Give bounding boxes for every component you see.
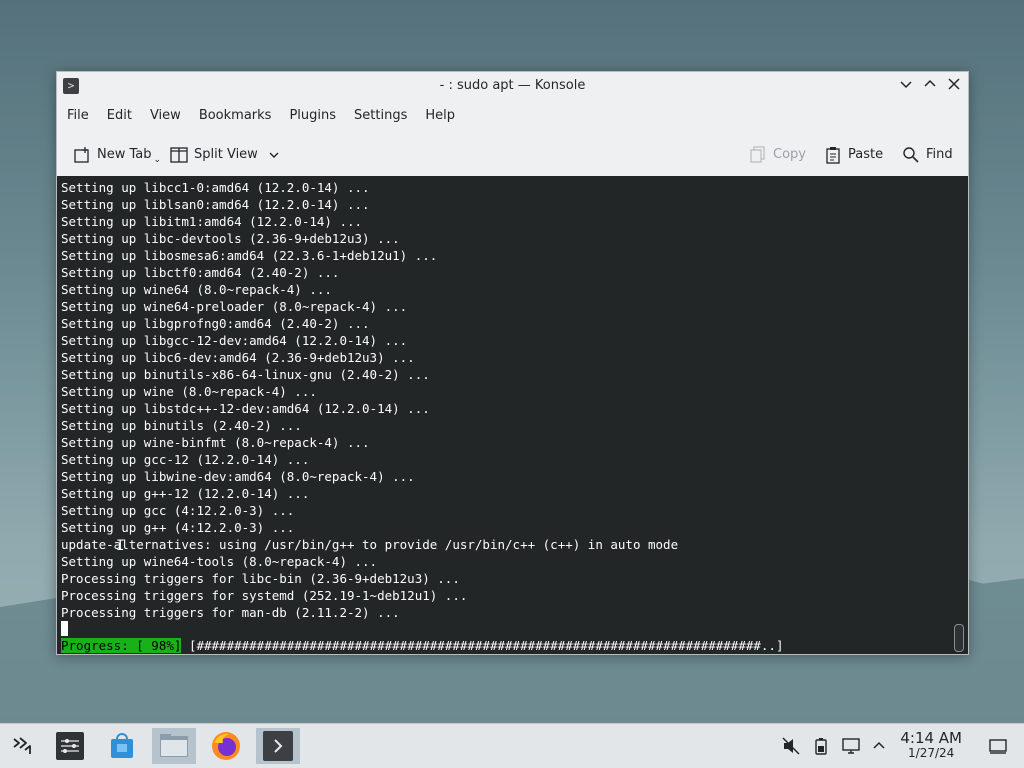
new-tab-button[interactable]: New Tab ⌄ — [73, 145, 161, 165]
discover-icon[interactable] — [100, 728, 144, 764]
terminal-line: Setting up wine64-tools (8.0~repack-4) .… — [61, 554, 378, 569]
terminal-line: Setting up libc6-dev:amd64 (2.36-9+deb12… — [61, 350, 415, 365]
window-title: - : sudo apt — Konsole — [439, 78, 586, 93]
menu-file[interactable]: File — [67, 108, 89, 123]
menu-bar: File Edit View Bookmarks Plugins Setting… — [57, 99, 968, 132]
system-settings-icon[interactable] — [48, 728, 92, 764]
firefox-icon[interactable] — [204, 728, 248, 764]
minimize-icon[interactable] — [896, 76, 916, 96]
copy-label: Copy — [773, 147, 806, 162]
maximize-icon[interactable] — [920, 76, 940, 96]
terminal-line: Setting up libcc1-0:amd64 (12.2.0-14) ..… — [61, 180, 370, 195]
terminal-line: Setting up gcc-12 (12.2.0-14) ... — [61, 452, 310, 467]
split-view-button[interactable]: Split View — [170, 146, 286, 164]
paste-button[interactable]: Paste — [824, 146, 883, 164]
terminal-line: Setting up libgcc-12-dev:amd64 (12.2.0-1… — [61, 333, 408, 348]
terminal-line: Setting up libitm1:amd64 (12.2.0-14) ... — [61, 214, 363, 229]
terminal-line: Processing triggers for systemd (252.19-… — [61, 588, 468, 603]
chevron-down-icon: ⌄ — [153, 154, 162, 165]
clock-time: 4:14 AM — [900, 729, 962, 747]
mouse-ibeam-cursor: I — [116, 538, 125, 554]
find-label: Find — [926, 147, 953, 162]
chevron-down-icon[interactable] — [268, 149, 280, 161]
terminal-line: Setting up libc-devtools (2.36-9+deb12u3… — [61, 231, 400, 246]
tray-expand-icon[interactable] — [867, 734, 891, 758]
new-tab-icon — [74, 146, 89, 163]
battery-icon[interactable] — [809, 734, 833, 758]
terminal-line: Setting up wine (8.0~repack-4) ... — [61, 384, 317, 399]
menu-plugins[interactable]: Plugins — [289, 108, 336, 123]
terminal-line: Setting up libwine-dev:amd64 (8.0~repack… — [61, 469, 415, 484]
split-view-icon — [170, 146, 188, 163]
split-view-label: Split View — [194, 147, 258, 162]
terminal-line: update-alternatives: using /usr/bin/g++ … — [61, 537, 679, 552]
clock-date: 1/27/24 — [908, 746, 955, 760]
copy-icon — [750, 145, 765, 163]
terminal-line: Setting up libosmesa6:amd64 (22.3.6-1+de… — [61, 248, 438, 263]
dolphin-files-icon[interactable] — [152, 728, 196, 764]
terminal-line: Setting up wine-binfmt (8.0~repack-4) ..… — [61, 435, 370, 450]
konsole-icon[interactable] — [256, 728, 300, 764]
new-tab-label: New Tab — [97, 147, 152, 162]
menu-view[interactable]: View — [150, 108, 181, 123]
progress-bar-text: [#######################################… — [181, 638, 784, 653]
terminal-line: Setting up g++-12 (12.2.0-14) ... — [61, 486, 310, 501]
search-icon — [903, 146, 919, 163]
find-button[interactable]: Find — [902, 146, 953, 164]
terminal-line: Setting up libgprofng0:amd64 (2.40-2) ..… — [61, 316, 370, 331]
terminal-line: Processing triggers for libc-bin (2.36-9… — [61, 571, 460, 586]
title-bar[interactable]: > - : sudo apt — Konsole — [57, 72, 968, 99]
terminal-line: Processing triggers for man-db (2.11.2-2… — [61, 605, 400, 620]
menu-settings[interactable]: Settings — [354, 108, 407, 123]
taskbar: 4:14 AM 1/27/24 — [0, 723, 1024, 768]
terminal-output: Setting up libcc1-0:amd64 (12.2.0-14) ..… — [61, 179, 678, 621]
terminal-line: Setting up gcc (4:12.2.0-3) ... — [61, 503, 295, 518]
network-icon[interactable] — [839, 734, 863, 758]
text-cursor — [61, 621, 68, 636]
clock[interactable]: 4:14 AM 1/27/24 — [900, 730, 962, 760]
terminal-line: Setting up binutils-x86-64-linux-gnu (2.… — [61, 367, 430, 382]
terminal-line: Setting up libctf0:amd64 (2.40-2) ... — [61, 265, 340, 280]
terminal-view[interactable]: Setting up libcc1-0:amd64 (12.2.0-14) ..… — [57, 176, 968, 654]
paste-label: Paste — [848, 147, 884, 162]
close-icon[interactable] — [944, 76, 964, 96]
progress-label: Progress: [ 98%] — [61, 638, 182, 653]
terminal-line: Setting up wine64 (8.0~repack-4) ... — [61, 282, 332, 297]
menu-bookmarks[interactable]: Bookmarks — [199, 108, 272, 123]
toolbar: New Tab ⌄ Split View Copy Paste Find — [57, 132, 968, 178]
konsole-window: > - : sudo apt — Konsole File Edit View … — [56, 71, 969, 655]
show-desktop-icon[interactable] — [986, 734, 1010, 758]
volume-muted-icon[interactable] — [779, 734, 803, 758]
apt-progress: Progress: [ 98%] [######################… — [61, 637, 783, 654]
terminal-line: Setting up wine64-preloader (8.0~repack-… — [61, 299, 408, 314]
menu-edit[interactable]: Edit — [107, 108, 132, 123]
copy-button[interactable]: Copy — [749, 145, 806, 164]
terminal-line: Setting up g++ (4:12.2.0-3) ... — [61, 520, 295, 535]
terminal-line: Setting up binutils (2.40-2) ... — [61, 418, 302, 433]
app-launcher-icon[interactable] — [0, 728, 44, 764]
menu-help[interactable]: Help — [425, 108, 455, 123]
paste-icon — [826, 146, 840, 164]
terminal-line: Setting up libstdc++-12-dev:amd64 (12.2.… — [61, 401, 430, 416]
scrollbar-thumb[interactable] — [954, 624, 964, 652]
terminal-line: Setting up liblsan0:amd64 (12.2.0-14) ..… — [61, 197, 370, 212]
